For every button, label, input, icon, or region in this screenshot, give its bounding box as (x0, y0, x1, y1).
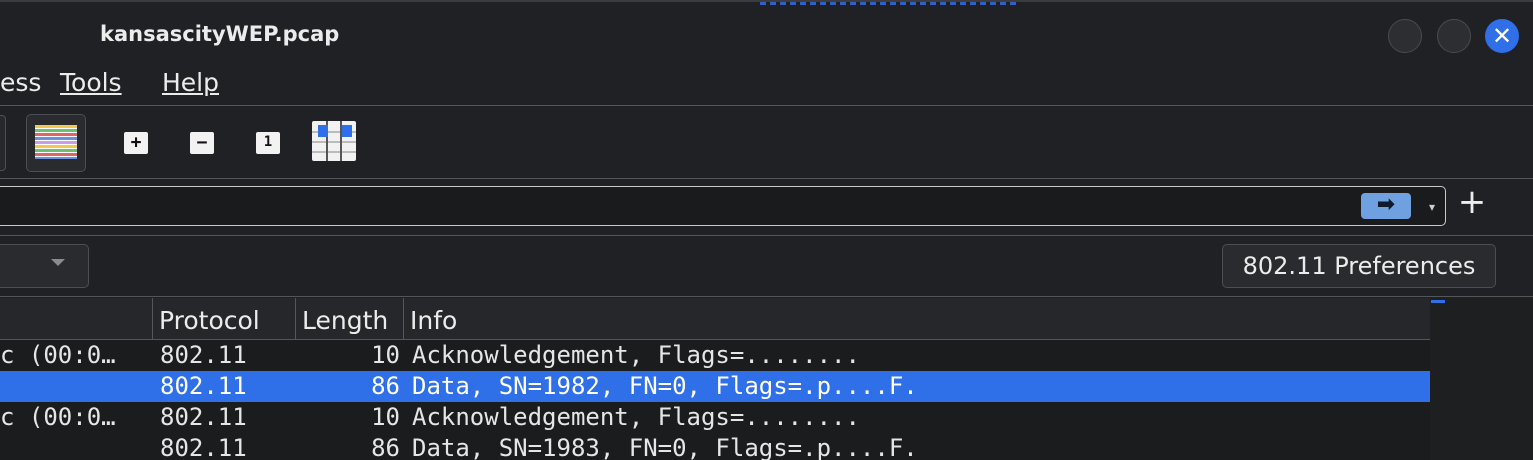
info-cell: Data, SN=1983, FN=0, Flags=.p....F. (412, 434, 918, 460)
table-row[interactable]: c (00:0… 802.11 10 Acknowledgement, Flags=.… (0, 340, 1430, 371)
colorize-icon (35, 125, 77, 159)
zoom-in-button[interactable]: + (124, 132, 148, 154)
length-cell: 86 (371, 434, 400, 460)
table-row[interactable]: c (00:0… 802.11 10 Acknowledgement, Flags=.… (0, 402, 1430, 433)
background-window-strip (760, 2, 1020, 5)
length-cell: 10 (371, 403, 400, 431)
title-bar: kansascityWEP.pcap ✕ (0, 0, 1533, 64)
length-cell: 86 (371, 372, 400, 400)
protocol-cell: 802.11 (160, 434, 247, 460)
destination-cell: c (00:0… (0, 403, 116, 431)
menu-tools-label: Tools (60, 68, 122, 97)
protocol-cell: 802.11 (160, 341, 247, 369)
info-cell: Data, SN=1982, FN=0, Flags=.p....F. (412, 372, 918, 400)
interface-select[interactable] (0, 244, 89, 288)
colorize-button[interactable] (26, 114, 86, 172)
window-title: kansascityWEP.pcap (100, 22, 340, 46)
packet-list: Protocol Length Info c (00:0… 802.11 10 Ack… (0, 298, 1430, 460)
chevron-down-icon: ▾ (1428, 200, 1436, 214)
column-header-info[interactable]: Info (403, 298, 1430, 340)
filter-history-dropdown[interactable]: ▾ (1424, 194, 1440, 220)
column-header-destination[interactable] (0, 298, 152, 340)
wlan-preferences-button[interactable]: 802.11 Preferences (1222, 244, 1496, 288)
chevron-down-icon (51, 259, 65, 266)
normal-size-button[interactable]: 1 (256, 132, 280, 154)
menu-help[interactable]: Help (162, 68, 219, 97)
plus-icon: + (1457, 182, 1487, 222)
display-filter-bar: ➡ ▾ + (0, 180, 1533, 236)
add-filter-button[interactable]: + (1456, 182, 1488, 222)
normal-size-icon: 1 (263, 134, 273, 150)
zoom-in-icon: + (130, 132, 142, 153)
zoom-out-button[interactable]: − (190, 132, 214, 154)
minimize-button[interactable] (1388, 19, 1422, 53)
main-toolbar: + − 1 (0, 107, 1533, 179)
maximize-button[interactable] (1437, 19, 1471, 53)
toolbar-button-partial[interactable] (0, 115, 6, 171)
zoom-out-icon: − (196, 132, 208, 153)
table-row[interactable]: 802.11 86 Data, SN=1982, FN=0, Flags=.p...… (0, 371, 1430, 402)
display-filter-input[interactable] (0, 186, 1446, 226)
close-icon: ✕ (1491, 22, 1513, 50)
destination-cell: c (00:0… (0, 341, 116, 369)
table-row[interactable]: 802.11 86 Data, SN=1983, FN=0, Flags=.p...… (0, 433, 1430, 460)
wireless-toolbar: 802.11 Preferences (0, 237, 1533, 297)
apply-filter-button[interactable]: ➡ (1361, 193, 1411, 219)
column-header-length[interactable]: Length (295, 298, 403, 340)
length-cell: 10 (371, 341, 400, 369)
arrow-right-icon: ➡ (1376, 192, 1396, 217)
scrollbar-indicator[interactable] (1431, 300, 1445, 303)
destination-cell (0, 433, 152, 460)
resize-columns-button[interactable] (312, 121, 356, 161)
column-header-protocol[interactable]: Protocol (152, 298, 295, 340)
protocol-cell: 802.11 (160, 403, 247, 431)
menu-tools[interactable]: Tools (60, 68, 122, 97)
info-cell: Acknowledgement, Flags=........ (412, 341, 860, 369)
protocol-cell: 802.11 (160, 372, 247, 400)
destination-cell (0, 371, 152, 402)
menu-help-label: Help (162, 68, 219, 97)
packet-list-header: Protocol Length Info (0, 298, 1430, 340)
menu-bar: ess Tools Help (0, 64, 1533, 106)
menu-wireless[interactable]: ess (0, 68, 41, 97)
info-cell: Acknowledgement, Flags=........ (412, 403, 860, 431)
close-button[interactable]: ✕ (1485, 19, 1519, 53)
